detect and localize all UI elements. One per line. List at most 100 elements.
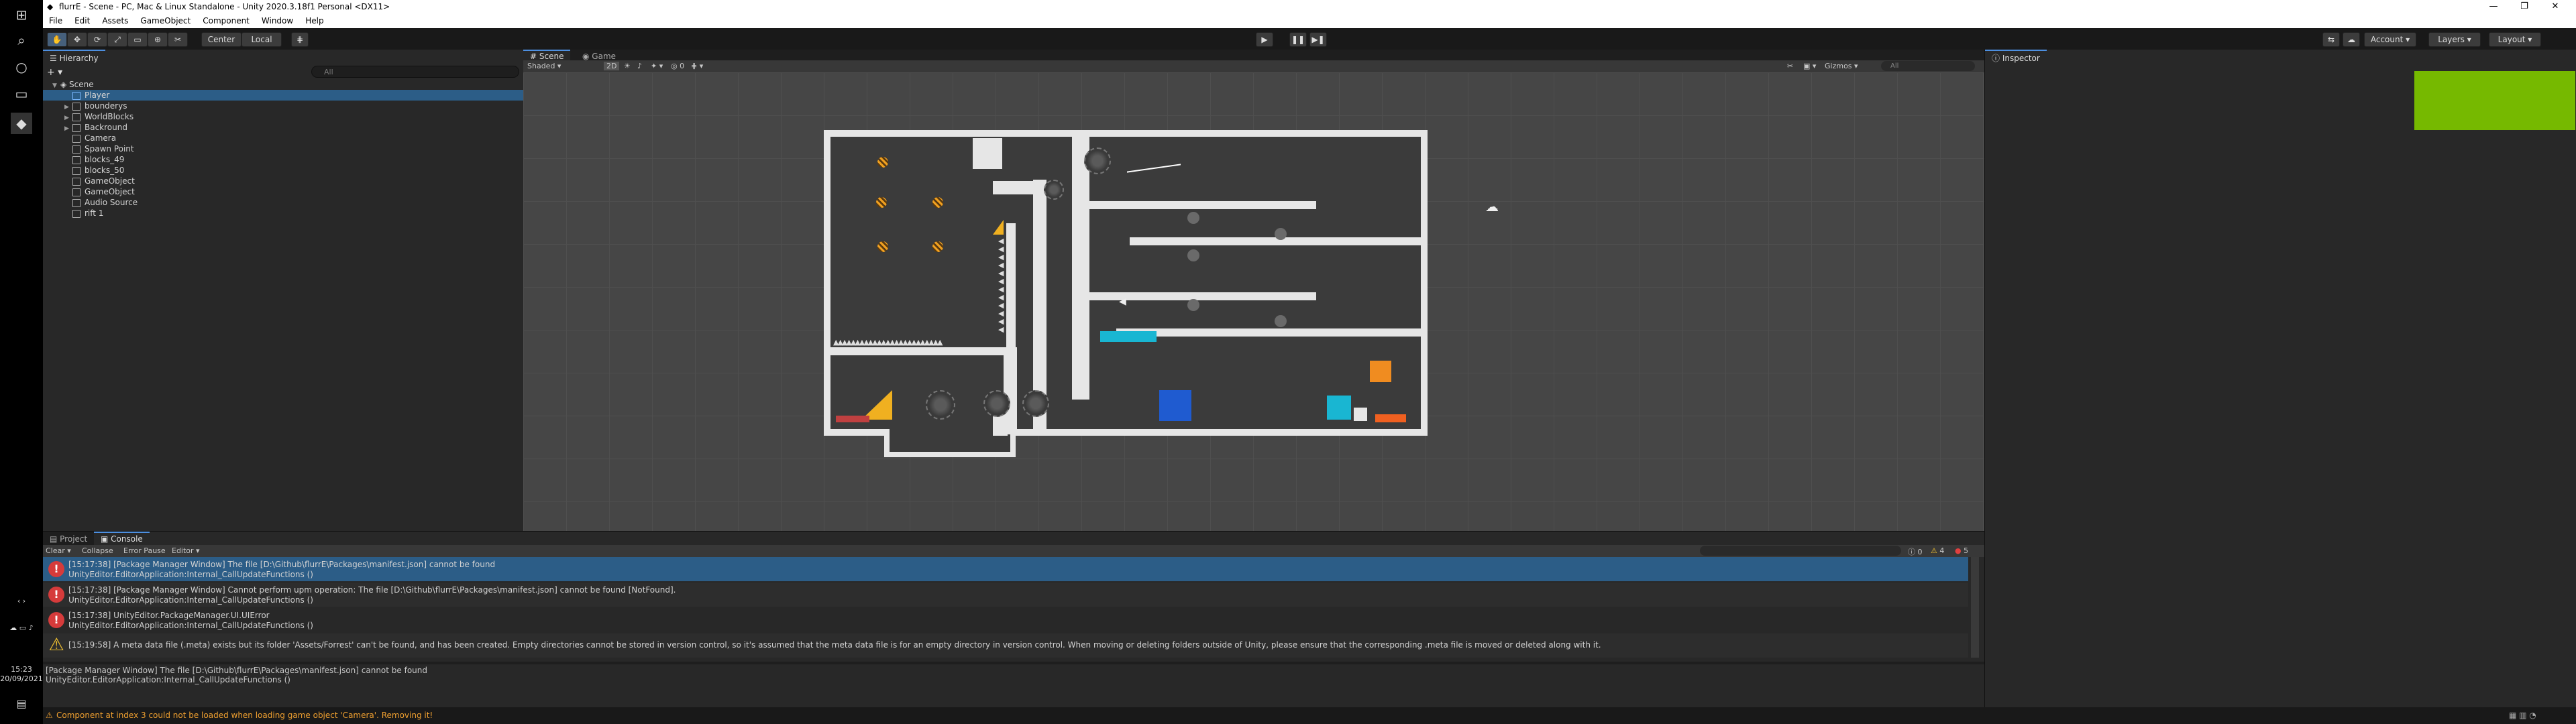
spike-column: ◀ ◀ ◀ ◀ ◀ ◀ ◀ ◀ ◀ ◀ ◀ ◀ — [998, 237, 1004, 334]
pause-button[interactable]: ❚❚ — [1289, 32, 1307, 47]
windows-start-icon[interactable]: ⊞ — [11, 4, 32, 25]
info-count-toggle[interactable]: ⓘ 0 — [1908, 546, 1923, 557]
tab-inspector[interactable]: ⓘ Inspector — [1985, 50, 2047, 66]
minimize-button[interactable]: — — [2478, 0, 2509, 13]
console-scrollbar[interactable] — [1971, 557, 1979, 658]
console-entry[interactable]: ! [15:17:38] UnityEditor.PackageManager.… — [43, 608, 1968, 632]
cyan-block — [1327, 396, 1351, 420]
menu-edit[interactable]: Edit — [68, 13, 96, 28]
warning-icon: ⚠ — [48, 635, 64, 655]
transform-tool-icon[interactable]: ⊕ — [148, 32, 168, 47]
menu-component[interactable]: Component — [197, 13, 256, 28]
add-object-button[interactable]: + ▾ — [47, 67, 62, 78]
error-count-toggle[interactable]: ● 5 — [1955, 546, 1968, 555]
lighting-toggle-icon[interactable]: ☀ — [624, 62, 631, 70]
scene-root-row[interactable]: ▼ ◈ Scene — [43, 79, 523, 90]
rotate-tool-icon[interactable]: ⟳ — [87, 32, 107, 47]
scale-tool-icon[interactable]: ⤢ — [107, 32, 127, 47]
hierarchy-item-player[interactable]: Player — [43, 90, 523, 101]
menu-gameobject[interactable]: GameObject — [134, 13, 197, 28]
task-view-icon[interactable]: ▭ — [11, 83, 32, 105]
editor-dropdown[interactable]: Editor ▾ — [172, 546, 200, 555]
hand-tool-icon[interactable]: ✋ — [47, 32, 67, 47]
hierarchy-item-blocks-49[interactable]: blocks_49 — [43, 154, 523, 165]
clear-button[interactable]: Clear ▾ — [46, 546, 71, 555]
wall-shelf — [1089, 201, 1316, 209]
account-dropdown[interactable]: Account ▾ — [2364, 32, 2416, 47]
move-tool-icon[interactable]: ✥ — [67, 32, 87, 47]
custom-tool-icon[interactable]: ✂ — [168, 32, 188, 47]
scene-search-input[interactable]: All — [1881, 61, 1975, 71]
hierarchy-item-blocks-50[interactable]: blocks_50 — [43, 165, 523, 176]
menu-window[interactable]: Window — [256, 13, 299, 28]
orb — [1187, 212, 1199, 224]
menu-help[interactable]: Help — [299, 13, 329, 28]
collapse-button[interactable]: Collapse — [82, 546, 113, 555]
tray-chevron-icon[interactable]: ‹ › — [0, 597, 43, 605]
grid-toggle-icon[interactable]: ⋕ ▾ — [691, 62, 703, 70]
clock-time[interactable]: 15:23 — [0, 665, 43, 674]
hierarchy-item-gameobject[interactable]: GameObject — [43, 176, 523, 186]
search-icon[interactable]: ⌕ — [11, 29, 32, 51]
play-button[interactable]: ▶ — [1256, 32, 1273, 47]
status-message[interactable]: Component at index 3 could not be loaded… — [56, 711, 433, 720]
status-icons[interactable]: ▦ ▥ ◔ — [2509, 711, 2536, 720]
pivot-local-button[interactable]: Local — [241, 32, 282, 47]
clock-date[interactable]: 20/09/2021 — [0, 674, 43, 683]
step-button[interactable]: ▶❚ — [1309, 32, 1327, 47]
notification-icon[interactable]: ▤ — [0, 697, 43, 710]
layout-dropdown[interactable]: Layout ▾ — [2489, 32, 2541, 47]
main-toolbar: ✋ ✥ ⟳ ⤢ ▭ ⊕ ✂ Center Local ⋕ ▶ ❚❚ ▶❚ ⇆ ☁… — [43, 28, 2576, 50]
unity-app-icon[interactable]: ◆ — [11, 113, 32, 134]
gizmos-dropdown[interactable]: Gizmos ▾ — [1825, 62, 1858, 70]
tab-console[interactable]: ▣ Console — [94, 532, 150, 545]
white-block — [1354, 408, 1367, 421]
shading-mode-dropdown[interactable]: Shaded ▾ — [527, 62, 561, 70]
camera-settings-icon[interactable]: ▣ ▾ — [1803, 62, 1816, 70]
tray-icons[interactable]: ☁ ▭ ♪ — [0, 623, 43, 632]
console-splitter[interactable] — [43, 662, 1984, 664]
scene-tools-icon[interactable]: ✂ — [1787, 62, 1793, 70]
cloud-icon[interactable]: ☁ — [2343, 32, 2360, 47]
collab-icon[interactable]: ⇆ — [2322, 32, 2340, 47]
console-entry[interactable]: ! [15:17:38] [Package Manager Window] Th… — [43, 557, 1968, 581]
tab-hierarchy[interactable]: ☰ Hierarchy — [43, 50, 105, 66]
error-pause-button[interactable]: Error Pause — [123, 546, 166, 555]
warning-count-toggle[interactable]: ⚠ 4 — [1931, 546, 1944, 555]
close-button[interactable]: ✕ — [2540, 0, 2571, 13]
orb — [1275, 228, 1287, 240]
console-entry[interactable]: ! [15:17:38] [Package Manager Window] Ca… — [43, 583, 1968, 607]
hierarchy-item-camera[interactable]: Camera — [43, 133, 523, 143]
hierarchy-item-gameobject[interactable]: GameObject — [43, 186, 523, 197]
hidden-objects-icon[interactable]: ◎ 0 — [671, 62, 684, 70]
hierarchy-item-audio-source[interactable]: Audio Source — [43, 197, 523, 208]
hierarchy-item-rift-1[interactable]: rift 1 — [43, 208, 523, 219]
warning-icon: ⚠ — [46, 711, 53, 720]
scene-viewport[interactable]: ▲▲▲▲▲▲▲▲▲▲▲▲▲▲▲▲▲▲▲▲▲▲▲▲▲ ◀ ◀ ◀ ◀ ◀ ◀ ◀ ◀ ◀ ◀ ◀ ◀ — [523, 72, 1984, 531]
2d-toggle[interactable]: 2D — [604, 62, 620, 70]
cortana-icon[interactable]: ○ — [11, 56, 32, 78]
rect-tool-icon[interactable]: ▭ — [127, 32, 148, 47]
hierarchy-item-backround[interactable]: ▶ Backround — [43, 122, 523, 133]
tab-project[interactable]: ▤ Project — [43, 532, 95, 545]
console-search-input[interactable] — [1700, 546, 1901, 556]
wall-column — [1004, 347, 1017, 434]
effects-toggle-icon[interactable]: ✦ ▾ — [651, 62, 663, 70]
error-icon: ! — [48, 612, 64, 628]
maximize-button[interactable]: ❐ — [2509, 0, 2540, 13]
menu-file[interactable]: File — [43, 13, 68, 28]
hierarchy-item-spawn-point[interactable]: Spawn Point — [43, 143, 523, 154]
status-bar: ⚠ Component at index 3 could not be load… — [43, 707, 2576, 724]
console-entry[interactable]: ⚠ [15:19:58] A meta data file (.meta) ex… — [43, 634, 1968, 658]
menu-assets[interactable]: Assets — [96, 13, 134, 28]
layers-dropdown[interactable]: Layers ▾ — [2428, 32, 2481, 47]
audio-toggle-icon[interactable]: ♪ — [637, 62, 642, 70]
inspector-overlay-block — [2414, 71, 2575, 130]
hierarchy-search-input[interactable]: All — [311, 66, 519, 78]
snap-grid-icon[interactable]: ⋕ — [291, 32, 309, 47]
pivot-center-button[interactable]: Center — [201, 32, 241, 47]
gameobject-icon — [72, 188, 80, 196]
coin — [876, 197, 887, 208]
hierarchy-item-worldblocks[interactable]: ▶ WorldBlocks — [43, 111, 523, 122]
hierarchy-item-bounderys[interactable]: ▶ bounderys — [43, 101, 523, 111]
